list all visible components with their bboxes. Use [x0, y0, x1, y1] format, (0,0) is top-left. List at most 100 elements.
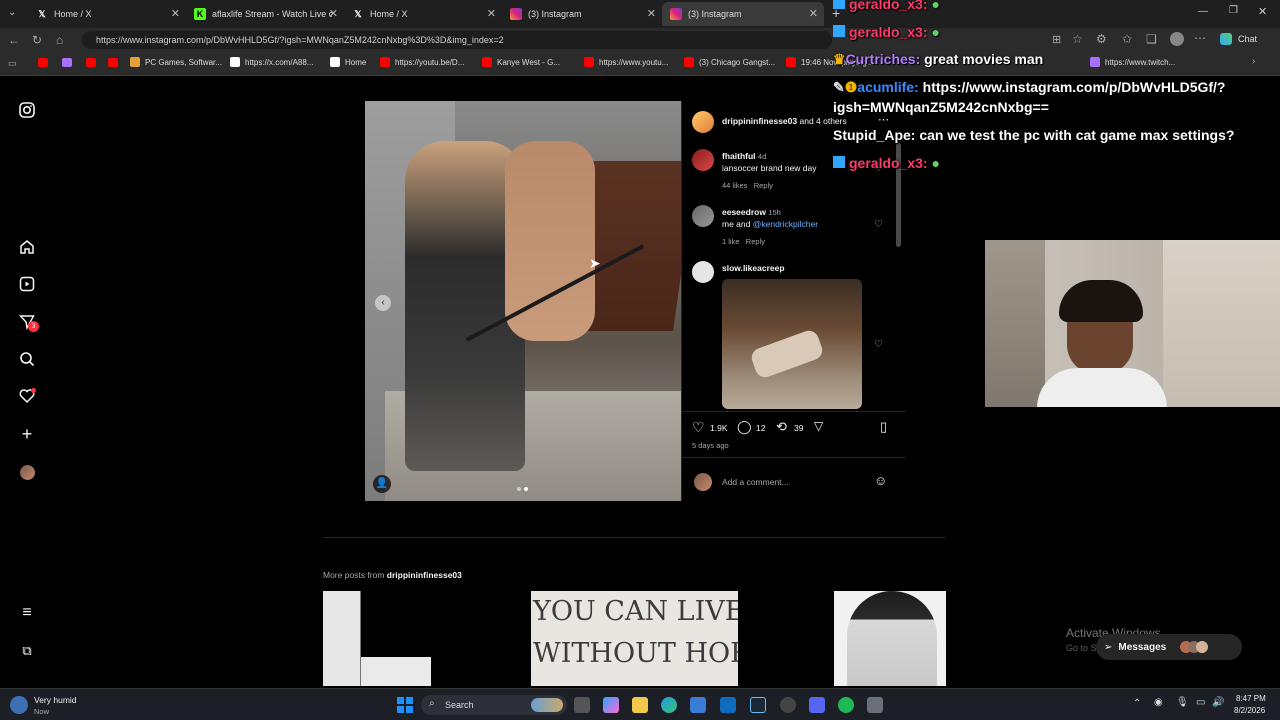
bookmark-folder-icon[interactable]: ▭: [8, 58, 17, 69]
comment-avatar[interactable]: [692, 205, 714, 227]
store-icon[interactable]: [690, 697, 706, 713]
bookmark-item[interactable]: Kanye West - G...: [482, 57, 560, 67]
tab-home-x-1[interactable]: 𝕏 Home / X ✕: [28, 2, 186, 26]
discord-icon[interactable]: [809, 697, 825, 713]
copilot-taskbar-icon[interactable]: [603, 697, 619, 713]
chat-message: geraldo_x3: ●: [833, 0, 940, 12]
bookmark-item[interactable]: (3) Chicago Gangst...: [684, 57, 775, 67]
comment-like-heart-icon[interactable]: ♡: [874, 219, 883, 230]
tagged-users-icon[interactable]: 👤: [373, 475, 391, 493]
chevron-up-icon[interactable]: ⌃: [1133, 698, 1141, 709]
notifications-heart-icon[interactable]: [18, 387, 36, 405]
comment-meta: 44 likes Reply: [722, 181, 773, 190]
bookmark-item[interactable]: Home: [330, 57, 366, 67]
grid-post-thumbnail[interactable]: [323, 591, 530, 686]
tab-instagram-1[interactable]: (3) Instagram ✕: [502, 2, 662, 26]
clock-time[interactable]: 8:47 PM: [1236, 694, 1266, 703]
instagram-logo-icon: [510, 8, 522, 20]
comment-bubble-icon[interactable]: ◯: [737, 419, 752, 435]
bookmark-item[interactable]: https://www.youtu...: [584, 57, 668, 67]
comment-avatar[interactable]: [692, 149, 714, 171]
bookmark-item[interactable]: PC Games, Softwar...: [130, 57, 222, 67]
emoji-smiley-icon[interactable]: ☺: [874, 473, 887, 488]
refresh-icon[interactable]: ↻: [32, 33, 42, 47]
hamburger-menu-icon[interactable]: ≡: [18, 604, 36, 622]
close-icon[interactable]: ✕: [809, 7, 818, 20]
close-icon[interactable]: ✕: [487, 7, 496, 20]
weather-icon[interactable]: [10, 696, 28, 714]
bookmark-item[interactable]: https://x.com/A88...: [230, 57, 313, 67]
reels-icon[interactable]: [18, 275, 36, 293]
comment-like-heart-icon[interactable]: ♡: [874, 339, 883, 350]
post-author-avatar[interactable]: [692, 111, 714, 133]
network-icon[interactable]: ◉: [1154, 697, 1163, 708]
more-posts-username[interactable]: drippininfinesse03: [387, 570, 462, 580]
like-heart-icon[interactable]: ♡: [692, 419, 705, 436]
task-view-icon[interactable]: [574, 697, 590, 713]
grid-post-thumbnail[interactable]: [739, 591, 946, 686]
windows-start-icon[interactable]: [397, 697, 413, 713]
youtube-icon[interactable]: [86, 58, 96, 67]
home-icon[interactable]: ⌂: [56, 33, 63, 47]
volume-icon[interactable]: 🔊: [1212, 697, 1224, 708]
reply-link[interactable]: Reply: [746, 237, 765, 246]
grid-post-thumbnail[interactable]: YOU CAN LIVE WITHOUT HORSES: [531, 591, 738, 686]
settings-gear-icon[interactable]: [867, 697, 883, 713]
bookmark-item[interactable]: https://youtu.be/D...: [380, 57, 464, 67]
display-icon[interactable]: ▭: [1196, 697, 1205, 708]
outlook-icon[interactable]: [720, 697, 736, 713]
section-divider: [323, 537, 946, 538]
steam-icon[interactable]: [750, 697, 766, 713]
search-icon[interactable]: [18, 350, 36, 368]
home-icon[interactable]: [18, 238, 36, 256]
edge-browser-icon[interactable]: [661, 697, 677, 713]
messages-button[interactable]: ➢ Messages: [1096, 634, 1242, 660]
spotify-icon[interactable]: [838, 697, 854, 713]
post-author-username[interactable]: drippininfinesse03: [722, 116, 797, 126]
url-field[interactable]: https://www.instagram.com/p/DbWvHHLD5Gf/…: [82, 31, 832, 49]
back-icon[interactable]: ←: [8, 33, 20, 47]
comment-username[interactable]: slow.likeacreep: [722, 263, 785, 273]
clock-date[interactable]: 8/2/2026: [1234, 706, 1265, 715]
close-icon[interactable]: ✕: [171, 7, 180, 20]
taskbar-search-box[interactable]: ⌕ Search: [421, 695, 567, 715]
tab-menu-icon[interactable]: ⌄: [8, 7, 16, 18]
mention-link[interactable]: @kendrickpilcher: [753, 219, 818, 229]
save-bookmark-icon[interactable]: ▯: [880, 419, 887, 435]
share-icon[interactable]: ▽: [814, 419, 823, 433]
search-label: Search: [445, 700, 474, 710]
reply-link[interactable]: Reply: [754, 181, 773, 190]
repost-icon[interactable]: ⟲: [776, 419, 787, 435]
x-logo-icon: 𝕏: [38, 8, 46, 19]
close-icon[interactable]: ✕: [647, 7, 656, 20]
messages-label: Messages: [1118, 641, 1167, 653]
post-header: drippininfinesse03 and 4 others: [722, 116, 847, 126]
direct-messages-icon[interactable]: 3: [18, 313, 39, 332]
add-comment-input[interactable]: Add a comment...: [722, 477, 789, 487]
twitch-icon[interactable]: [62, 58, 72, 67]
comment-username[interactable]: fhaithful 4d: [722, 151, 766, 161]
youtube-icon[interactable]: [108, 58, 118, 67]
previous-image-button[interactable]: ‹: [375, 295, 391, 311]
more-apps-icon[interactable]: ⧉: [18, 642, 36, 660]
close-icon[interactable]: ✕: [329, 7, 338, 20]
thumbnail-portrait: [847, 591, 937, 686]
chat-message: ✎❶acumlife: https://www.instagram.com/p/…: [833, 79, 1226, 95]
tab-home-x-2[interactable]: 𝕏 Home / X ✕: [344, 2, 502, 26]
profile-avatar[interactable]: [18, 463, 36, 481]
app-icon[interactable]: [780, 697, 796, 713]
microphone-icon[interactable]: 🎙: [1176, 697, 1189, 708]
youtube-icon[interactable]: [38, 58, 48, 67]
tab-kick-stream[interactable]: K aflaxlife Stream - Watch Live on K ✕: [186, 2, 344, 26]
create-plus-icon[interactable]: +: [18, 424, 36, 444]
tab-instagram-active[interactable]: (3) Instagram ✕: [662, 2, 824, 26]
comment-gif-image[interactable]: [722, 279, 862, 409]
chat-badge-icon: [833, 25, 845, 37]
file-explorer-icon[interactable]: [632, 697, 648, 713]
chat-message: Stupid_Ape: can we test the pc with cat …: [833, 127, 1235, 143]
post-image[interactable]: ‹ ➤ 👤: [365, 101, 681, 501]
comment-avatar[interactable]: [692, 261, 714, 283]
instagram-logo-icon[interactable]: [18, 101, 36, 119]
comment-username[interactable]: eeseedrow 15h: [722, 207, 781, 217]
emote-icon: ●: [931, 0, 940, 12]
